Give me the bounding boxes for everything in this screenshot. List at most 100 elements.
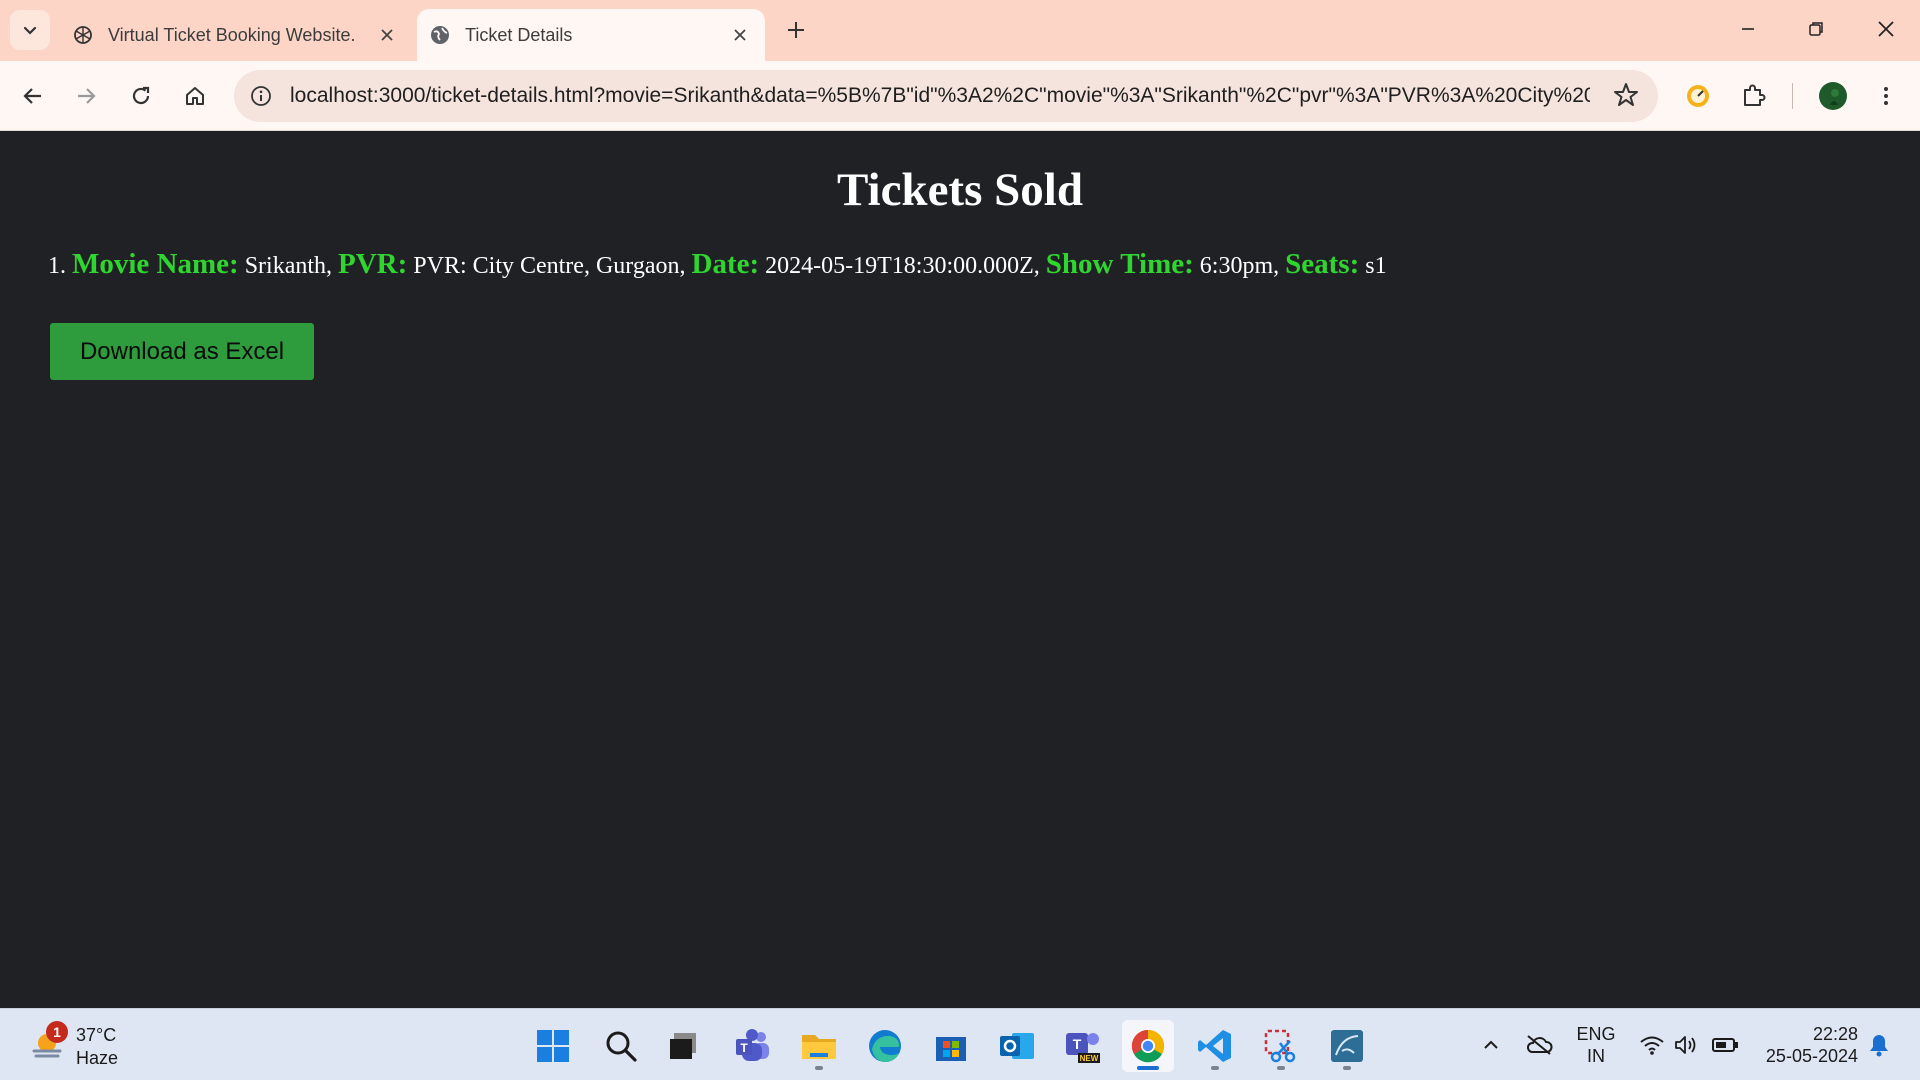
running-indicator	[1211, 1066, 1219, 1070]
windows-start-icon	[537, 1030, 569, 1062]
onedrive-status[interactable]	[1522, 1023, 1556, 1067]
new-tab-button[interactable]	[780, 14, 812, 46]
close-tab-icon[interactable]	[372, 20, 402, 50]
teams-new-icon: T NEW	[1066, 1033, 1100, 1063]
wifi-icon	[1640, 1036, 1664, 1055]
arrow-right-icon	[78, 88, 96, 104]
speedometer-icon	[1687, 85, 1709, 107]
movie-name-label: Movie Name:	[72, 248, 239, 280]
edge-icon	[869, 1030, 901, 1062]
pvr-value: PVR: City Centre, Gurgaon,	[413, 253, 686, 279]
extension-speedometer-button[interactable]	[1678, 76, 1718, 116]
minimize-button[interactable]	[1724, 8, 1772, 50]
taskbar-teams-new[interactable]: T NEW	[1057, 1020, 1109, 1072]
taskbar-start[interactable]	[527, 1020, 579, 1072]
language-code: ENG	[1576, 1024, 1616, 1044]
running-indicator	[1277, 1066, 1285, 1070]
weather-temperature: 37°C	[76, 1025, 117, 1045]
restore-button[interactable]	[1792, 8, 1840, 50]
file-explorer-icon	[802, 1035, 836, 1059]
tab-search-button[interactable]	[10, 10, 50, 50]
restore-icon	[1809, 22, 1823, 36]
bookmark-star-icon[interactable]	[1612, 81, 1640, 114]
profile-avatar[interactable]	[1813, 76, 1853, 116]
battery-status[interactable]	[1710, 1023, 1740, 1067]
wifi-status[interactable]	[1638, 1023, 1666, 1067]
close-icon	[1878, 21, 1894, 37]
taskbar-snipping-tool[interactable]	[1255, 1020, 1307, 1072]
svg-text:NEW: NEW	[1080, 1054, 1099, 1063]
ticket-list: 1. Movie Name: Srikanth, PVR: PVR: City …	[48, 248, 1387, 281]
movie-name-value: Srikanth,	[244, 253, 333, 279]
active-indicator	[1137, 1066, 1159, 1070]
taskbar-edge[interactable]	[859, 1020, 911, 1072]
show-time-value: 6:30pm,	[1199, 253, 1280, 279]
avatar-icon	[1819, 82, 1847, 110]
show-hidden-icons-button[interactable]	[1478, 1023, 1504, 1067]
taskbar-outlook[interactable]	[991, 1020, 1043, 1072]
clock-date: 25-05-2024	[1765, 1046, 1858, 1066]
tab-title: Virtual Ticket Booking Website.	[108, 24, 356, 45]
site-info-icon[interactable]	[242, 77, 280, 115]
taskbar-vscode[interactable]	[1189, 1020, 1241, 1072]
ticket-item: 1. Movie Name: Srikanth, PVR: PVR: City …	[48, 248, 1387, 281]
mysql-workbench-icon	[1331, 1030, 1363, 1062]
speaker-icon	[1675, 1036, 1696, 1054]
globe-icon	[429, 24, 451, 46]
weather-condition: Haze	[76, 1048, 119, 1068]
search-icon	[606, 1031, 637, 1062]
chevron-up-icon	[1484, 1040, 1498, 1049]
ticket-index: 1.	[48, 253, 66, 279]
taskbar-file-explorer[interactable]	[793, 1020, 845, 1072]
plus-icon	[788, 22, 804, 38]
home-button[interactable]	[175, 76, 215, 116]
weather-widget[interactable]: 1 37°C Haze	[26, 1019, 136, 1071]
volume-status[interactable]	[1672, 1023, 1700, 1067]
battery-icon	[1712, 1038, 1738, 1052]
notification-center-button[interactable]	[1866, 1023, 1892, 1067]
page-content: Tickets Sold 1. Movie Name: Srikanth, PV…	[0, 131, 1920, 1008]
taskbar-search[interactable]	[595, 1020, 647, 1072]
vscode-icon	[1198, 1030, 1231, 1062]
clock-time: 22:28	[1812, 1024, 1858, 1044]
download-excel-button[interactable]: Download as Excel	[50, 323, 314, 380]
extensions-button[interactable]	[1733, 76, 1773, 116]
taskbar-microsoft-store[interactable]	[925, 1020, 977, 1072]
date-value: 2024-05-19T18:30:00.000Z,	[765, 253, 1040, 279]
svg-text:T: T	[1073, 1036, 1082, 1052]
snipping-tool-icon	[1264, 1029, 1296, 1063]
chrome-icon	[1131, 1029, 1165, 1063]
bell-icon	[1870, 1035, 1888, 1057]
minimize-icon	[1742, 28, 1754, 30]
task-view-icon	[670, 1033, 696, 1059]
taskbar-chrome[interactable]	[1122, 1020, 1174, 1072]
reload-icon	[132, 86, 150, 105]
seats-value: s1	[1365, 253, 1387, 279]
show-time-label: Show Time:	[1045, 248, 1194, 280]
running-indicator	[815, 1066, 823, 1070]
outlook-icon	[1000, 1033, 1034, 1059]
page-title: Tickets Sold	[837, 164, 1083, 216]
close-tab-icon[interactable]	[725, 20, 755, 50]
reload-button[interactable]	[121, 76, 161, 116]
running-indicator	[1343, 1066, 1351, 1070]
taskbar-teams[interactable]: T	[727, 1020, 779, 1072]
cloud-offline-icon	[1526, 1035, 1553, 1055]
taskbar-task-view[interactable]	[657, 1020, 709, 1072]
forward-button[interactable]	[66, 76, 106, 116]
browser-menu-button[interactable]	[1866, 76, 1906, 116]
tab-strip: Virtual Ticket Booking Website. Ticket D…	[0, 0, 1920, 61]
taskbar-mysql-workbench[interactable]	[1321, 1020, 1373, 1072]
input-language[interactable]: ENG IN	[1576, 1023, 1616, 1067]
address-bar[interactable]: localhost:3000/ticket-details.html?movie…	[234, 70, 1658, 122]
svg-text:T: T	[740, 1041, 748, 1055]
microsoft-store-icon	[936, 1037, 966, 1061]
arrow-left-icon	[23, 88, 41, 104]
system-clock[interactable]: 22:28 25-05-2024	[1756, 1023, 1858, 1067]
close-window-button[interactable]	[1862, 8, 1910, 50]
pvr-label: PVR:	[338, 248, 408, 280]
tab-ticket-details[interactable]: Ticket Details	[417, 9, 765, 61]
tab-virtual-ticket-booking[interactable]: Virtual Ticket Booking Website.	[60, 9, 412, 61]
url-text: localhost:3000/ticket-details.html?movie…	[290, 84, 1590, 107]
back-button[interactable]	[13, 76, 53, 116]
